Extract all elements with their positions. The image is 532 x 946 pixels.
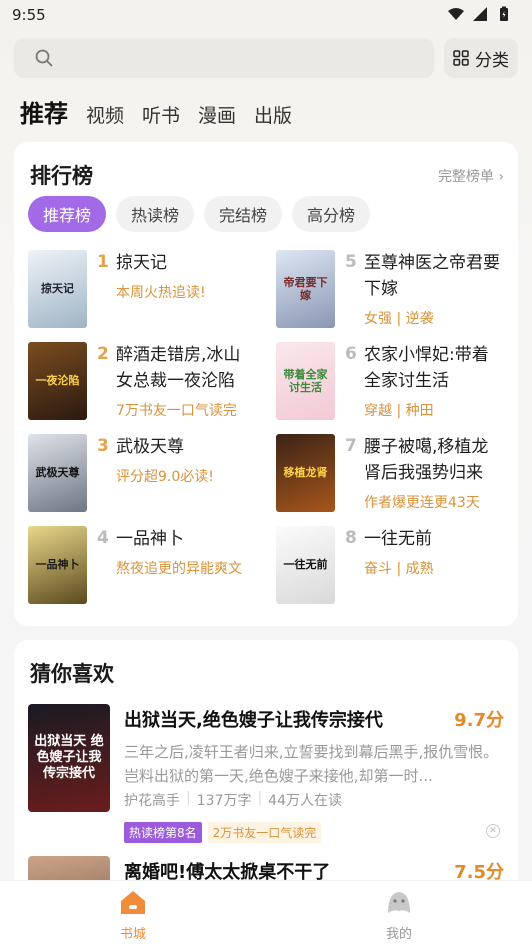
book-title: 掠天记 bbox=[116, 253, 167, 273]
reader-badge: 2万书友一口气读完 bbox=[207, 822, 322, 843]
book-cover: 一品神卜 bbox=[28, 526, 87, 604]
book-item[interactable]: 出狱当天 绝色嫂子让我传宗接代 出狱当天,绝色嫂子让我传宗接代 9.7分 三年之… bbox=[28, 704, 508, 844]
book-cover: 掠天记 bbox=[28, 250, 87, 328]
category-label: 分类 bbox=[475, 50, 509, 71]
home-icon bbox=[121, 891, 145, 914]
battery-icon bbox=[500, 6, 508, 21]
book-cover: 武极天尊 bbox=[28, 434, 87, 512]
status-time: 9:55 bbox=[12, 6, 46, 24]
book-readers: 44万人在读 bbox=[268, 793, 342, 809]
book-title: 至尊神医之帝君要下嫁 bbox=[364, 253, 500, 299]
book-tag: 本周火热追读! bbox=[116, 285, 206, 301]
rank-number: 8 bbox=[345, 528, 357, 548]
book-tag: 奋斗 | 成熟 bbox=[364, 561, 434, 577]
search-bar[interactable] bbox=[14, 38, 434, 78]
bottom-nav: 书城 我的 bbox=[0, 880, 532, 946]
book-title: 出狱当天,绝色嫂子让我传宗接代 bbox=[124, 710, 383, 731]
book-cover: 带着全家讨生活 bbox=[276, 342, 335, 420]
book-cover: 出狱当天 绝色嫂子让我传宗接代 bbox=[28, 704, 110, 812]
full-ranking-label: 完整榜单 bbox=[437, 169, 494, 185]
chip-high-score[interactable]: 高分榜 bbox=[292, 196, 371, 232]
ranking-item[interactable]: 带着全家讨生活 6 农家小悍妃:带着全家讨生活 穿越 | 种田 bbox=[276, 342, 516, 422]
category-button[interactable]: 分类 bbox=[444, 38, 518, 78]
book-description: 三年之后,凌轩王者归来,立誓要找到幕后黑手,报仇雪恨。岂料出狱的第一天,绝色嫂子… bbox=[124, 743, 499, 785]
book-score: 9.7分 bbox=[454, 710, 504, 731]
search-input[interactable] bbox=[62, 46, 422, 70]
channel-tabs: 推荐 视频 听书 漫画 出版 bbox=[20, 94, 292, 129]
book-tag: 熬夜追更的异能爽文 bbox=[116, 561, 242, 577]
book-title: 农家小悍妃:带着全家讨生活 bbox=[364, 345, 489, 391]
rank-number: 5 bbox=[345, 252, 357, 272]
status-icons bbox=[448, 6, 512, 22]
recommend-title: 猜你喜欢 bbox=[30, 662, 114, 686]
meta-divider: | bbox=[257, 790, 263, 806]
nav-profile-label: 我的 bbox=[385, 927, 412, 942]
rank-number: 2 bbox=[97, 344, 109, 364]
ranking-title: 排行榜 bbox=[30, 164, 93, 188]
book-tag: 作者爆更连更43天 bbox=[364, 495, 480, 511]
book-cover: 移植龙肾 bbox=[276, 434, 335, 512]
chip-recommend[interactable]: 推荐榜 bbox=[28, 196, 107, 232]
meta-divider: | bbox=[186, 790, 191, 806]
rank-number: 7 bbox=[345, 436, 357, 456]
search-icon bbox=[35, 49, 53, 67]
rank-number: 6 bbox=[345, 344, 357, 364]
nav-bookstore[interactable]: 书城 bbox=[93, 889, 173, 942]
grid-icon bbox=[453, 50, 469, 66]
tab-recommend[interactable]: 推荐 bbox=[20, 94, 68, 129]
ranking-item[interactable]: 一往无前 8 一往无前 奋斗 | 成熟 bbox=[276, 526, 516, 606]
chip-finished[interactable]: 完结榜 bbox=[204, 196, 283, 232]
book-word-count: 137万字 bbox=[196, 793, 252, 809]
signal-icon bbox=[473, 7, 487, 21]
ranking-item[interactable]: 一夜沦陷 2 醉酒走错房,冰山女总裁一夜沦陷 7万书友一口气读完 bbox=[28, 342, 268, 422]
nav-profile[interactable]: 我的 bbox=[359, 889, 439, 942]
book-tag: 女强 | 逆袭 bbox=[364, 311, 434, 327]
book-meta: 护花高手 | 137万字 | 44万人在读 bbox=[124, 790, 342, 810]
book-tag: 7万书友一口气读完 bbox=[116, 403, 237, 419]
book-cover: 一夜沦陷 bbox=[28, 342, 87, 420]
wifi-icon bbox=[448, 8, 464, 20]
book-title: 醉酒走错房,冰山女总裁一夜沦陷 bbox=[116, 345, 241, 391]
tab-audiobook[interactable]: 听书 bbox=[142, 101, 180, 128]
chevron-right-icon: › bbox=[498, 169, 504, 185]
full-ranking-link[interactable]: 完整榜单 › bbox=[438, 166, 504, 186]
ranking-item[interactable]: 武极天尊 3 武极天尊 评分超9.0必读! bbox=[28, 434, 268, 514]
book-title: 武极天尊 bbox=[116, 437, 184, 457]
rank-number: 3 bbox=[97, 436, 109, 456]
book-badges: 热读榜第8名 2万书友一口气读完 bbox=[124, 822, 322, 843]
book-cover: 帝君要下嫁 bbox=[276, 250, 335, 328]
rank-badge: 热读榜第8名 bbox=[124, 822, 202, 843]
ranking-chips: 推荐榜 热读榜 完结榜 高分榜 bbox=[28, 196, 371, 232]
tab-publishing[interactable]: 出版 bbox=[254, 101, 292, 128]
ranking-item[interactable]: 帝君要下嫁 5 至尊神医之帝君要下嫁 女强 | 逆袭 bbox=[276, 250, 516, 330]
book-tag: 穿越 | 种田 bbox=[364, 403, 434, 419]
book-title: 腰子被噶,移植龙肾后我强势归来 bbox=[364, 437, 489, 483]
status-bar: 9:55 bbox=[0, 0, 532, 30]
rank-number: 4 bbox=[97, 528, 109, 548]
ranking-item[interactable]: 移植龙肾 7 腰子被噶,移植龙肾后我强势归来 作者爆更连更43天 bbox=[276, 434, 516, 514]
tab-video[interactable]: 视频 bbox=[86, 101, 124, 128]
ranking-item[interactable]: 掠天记 1 掠天记 本周火热追读! bbox=[28, 250, 268, 330]
ranking-card: 排行榜 完整榜单 › 推荐榜 热读榜 完结榜 高分榜 掠天记 1 掠天记 本周火… bbox=[14, 142, 518, 626]
ranking-item[interactable]: 一品神卜 4 一品神卜 熬夜追更的异能爽文 bbox=[28, 526, 268, 606]
book-tag: 评分超9.0必读! bbox=[116, 469, 214, 485]
close-icon[interactable]: ✕ bbox=[486, 824, 500, 838]
nav-bookstore-label: 书城 bbox=[119, 927, 146, 942]
book-cover: 一往无前 bbox=[276, 526, 335, 604]
book-title: 一品神卜 bbox=[116, 529, 184, 549]
book-title: 一往无前 bbox=[364, 529, 432, 549]
rank-number: 1 bbox=[97, 252, 109, 272]
profile-icon bbox=[388, 892, 410, 913]
book-author: 护花高手 bbox=[124, 793, 180, 809]
chip-hot[interactable]: 热读榜 bbox=[116, 196, 195, 232]
tab-comics[interactable]: 漫画 bbox=[198, 101, 236, 128]
